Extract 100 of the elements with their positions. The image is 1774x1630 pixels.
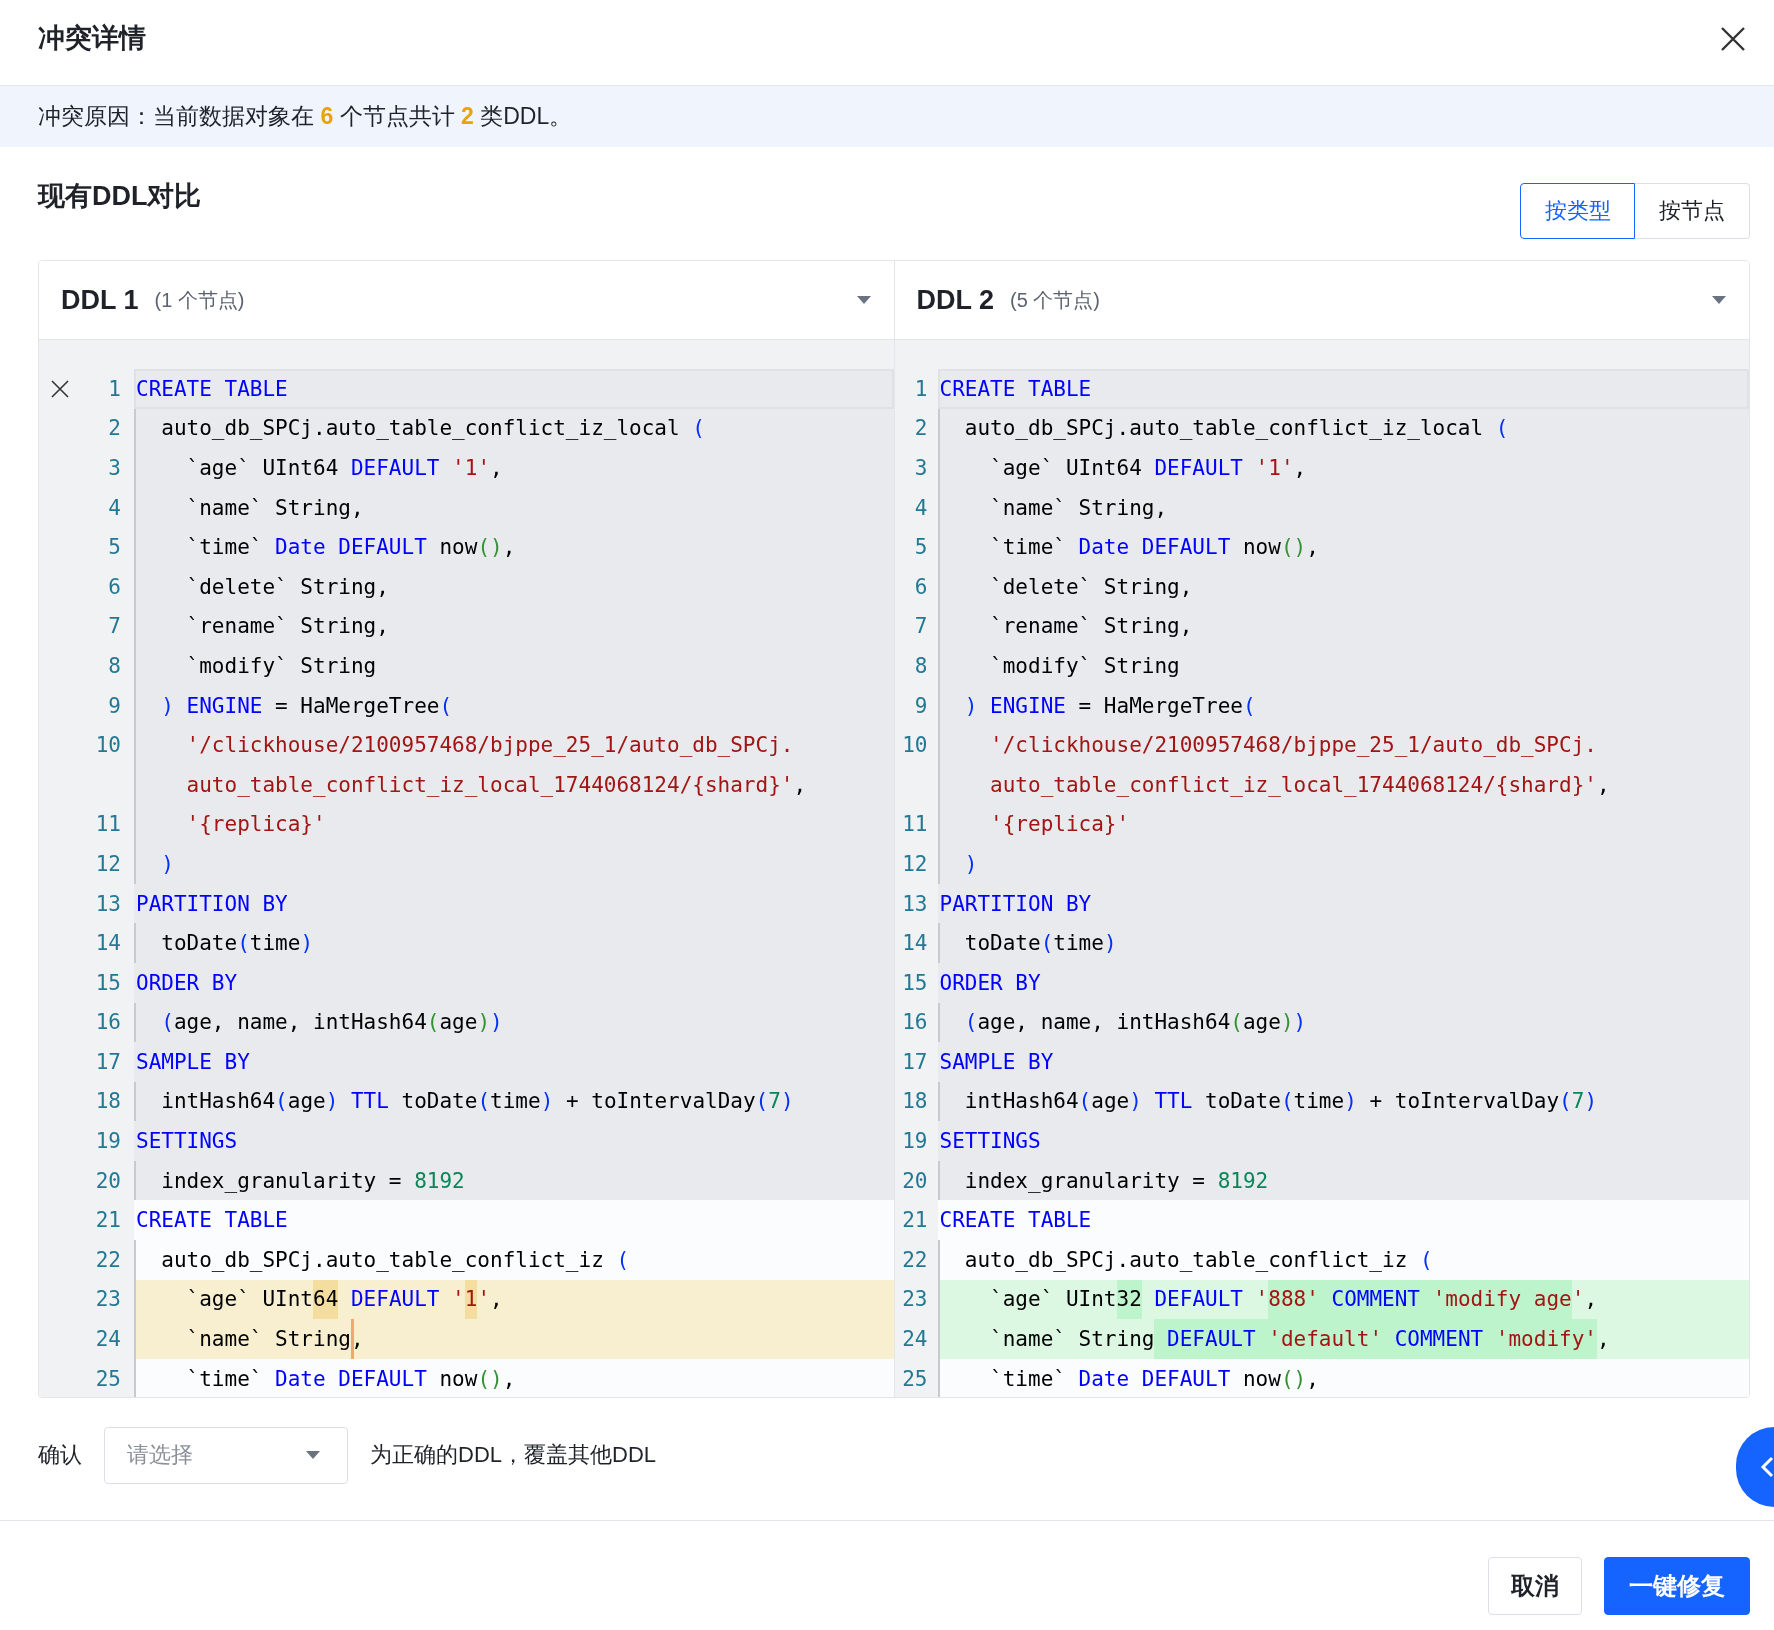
line-number: 20 bbox=[902, 1168, 928, 1193]
code-line: auto_db_SPCj.auto_table_conflict_iz ( bbox=[160, 1246, 631, 1274]
code-line: SAMPLE BY bbox=[938, 1048, 1055, 1076]
code-line: (age, name, intHash64(age)) bbox=[160, 1009, 504, 1037]
code-line: SETTINGS bbox=[938, 1128, 1042, 1156]
line-number: 21 bbox=[95, 1208, 121, 1233]
line-number: 3 bbox=[914, 456, 928, 480]
code-line: auto_table_conflict_iz_local_1744068124/{shard}', bbox=[989, 771, 1611, 799]
code-line: `age` UInt64 DEFAULT '1', bbox=[134, 1279, 894, 1320]
line-number: 21 bbox=[902, 1208, 928, 1233]
code-line: `time` Date DEFAULT now(), bbox=[989, 534, 1320, 562]
line-number: 18 bbox=[95, 1089, 121, 1114]
code-line: ORDER BY bbox=[135, 969, 239, 997]
code-line: intHash64(age) TTL toDate(time) + toIntervalDay(7) bbox=[160, 1088, 795, 1116]
view-toggle-button[interactable]: 按节点 bbox=[1635, 182, 1750, 239]
fix-button[interactable]: 一键修复 bbox=[1604, 1557, 1750, 1615]
code-line: index_granularity = 8192 bbox=[963, 1167, 1270, 1195]
line-number: 8 bbox=[108, 653, 121, 678]
line-number: 25 bbox=[95, 1366, 121, 1391]
line-number: 22 bbox=[902, 1247, 928, 1272]
line-number: 1 bbox=[108, 376, 121, 401]
code-line: auto_db_SPCj.auto_table_conflict_iz_local ( bbox=[963, 415, 1510, 443]
line-number: 12 bbox=[95, 851, 121, 876]
line-number: 14 bbox=[95, 931, 121, 956]
code-line: `name` String DEFAULT 'default' COMMENT 'modify', bbox=[937, 1319, 1749, 1359]
code-line: `name` String, bbox=[185, 494, 365, 522]
code-line: '/clickhouse/2100957468/bjppe_25_1/auto_db_SPCj. bbox=[185, 732, 795, 760]
line-number: 11 bbox=[95, 812, 121, 837]
code-line: '{replica}' bbox=[185, 811, 327, 839]
code-line: `delete` String, bbox=[989, 573, 1194, 601]
code-line: PARTITION BY bbox=[938, 890, 1093, 918]
line-number: 18 bbox=[902, 1089, 928, 1114]
line-number: 24 bbox=[95, 1327, 121, 1352]
line-number: 1 bbox=[914, 376, 928, 401]
code-line: `name` String, bbox=[989, 494, 1169, 522]
line-number: 15 bbox=[95, 970, 121, 995]
line-number: 24 bbox=[902, 1327, 928, 1352]
code-line: index_granularity = 8192 bbox=[160, 1167, 466, 1195]
line-number: 7 bbox=[108, 614, 121, 639]
code-line: `age` UInt32 DEFAULT '888' COMMENT 'modify age', bbox=[937, 1279, 1749, 1320]
cancel-button[interactable]: 取消 bbox=[1488, 1557, 1582, 1615]
code-line: ) ENGINE = HaMergeTree( bbox=[963, 692, 1257, 720]
line-number: 13 bbox=[95, 891, 121, 916]
line-number: 3 bbox=[108, 456, 121, 480]
code-line: toDate(time) bbox=[963, 930, 1118, 958]
line-number: 2 bbox=[108, 416, 121, 441]
code-line: CREATE TABLE bbox=[938, 375, 1093, 403]
line-number: 16 bbox=[95, 1010, 121, 1035]
close-icon bbox=[1720, 25, 1746, 52]
line-number: 5 bbox=[108, 535, 121, 560]
code-line: `rename` String, bbox=[185, 613, 390, 641]
code-line: SAMPLE BY bbox=[135, 1048, 251, 1076]
line-number: 14 bbox=[902, 931, 928, 956]
ddl-dropdown[interactable]: DDL 2 (5 个节点) bbox=[894, 261, 1749, 340]
code-line: '{replica}' bbox=[989, 811, 1131, 839]
line-number: 13 bbox=[902, 891, 928, 916]
code-line: ) bbox=[160, 850, 175, 878]
code-line: auto_table_conflict_iz_local_1744068124/{shard}', bbox=[185, 771, 808, 799]
caret-down-icon bbox=[855, 295, 872, 305]
code-line: `delete` String, bbox=[185, 573, 390, 601]
code-line: `age` UInt64 DEFAULT '1', bbox=[185, 455, 504, 482]
line-number: 10 bbox=[902, 733, 928, 758]
code-line: SETTINGS bbox=[135, 1128, 239, 1156]
code-line: ) ENGINE = HaMergeTree( bbox=[160, 692, 454, 720]
confirm-hint: 为正确的DDL，覆盖其他DDL bbox=[370, 1441, 657, 1469]
line-number: 5 bbox=[914, 535, 928, 560]
code-line: (age, name, intHash64(age)) bbox=[963, 1009, 1308, 1037]
code-line: `rename` String, bbox=[989, 613, 1194, 641]
code-line: CREATE TABLE bbox=[135, 1207, 289, 1235]
code-line: auto_db_SPCj.auto_table_conflict_iz ( bbox=[963, 1246, 1434, 1274]
line-number: 9 bbox=[914, 693, 928, 718]
line-number: 6 bbox=[914, 574, 928, 599]
code-line: CREATE TABLE bbox=[135, 375, 289, 403]
caret-down-icon bbox=[305, 1450, 321, 1460]
code-line: ) bbox=[963, 850, 979, 878]
line-number: 9 bbox=[108, 693, 121, 718]
code-line: '/clickhouse/2100957468/bjppe_25_1/auto_db_SPCj. bbox=[989, 732, 1598, 760]
code-line: `time` Date DEFAULT now(), bbox=[185, 1365, 517, 1393]
ddl-dropdown[interactable]: DDL 1 (1 个节点) bbox=[39, 261, 894, 340]
code-line: toDate(time) bbox=[160, 930, 315, 958]
line-number: 17 bbox=[902, 1049, 928, 1074]
line-number: 4 bbox=[914, 495, 928, 520]
code-line: `age` UInt64 DEFAULT '1', bbox=[989, 455, 1308, 482]
conflict-reason-text: 冲突原因：当前数据对象在 6 个节点共计 2 类DDL。 bbox=[38, 102, 573, 131]
line-number: 6 bbox=[108, 574, 121, 599]
line-number: 12 bbox=[902, 851, 928, 876]
code-line: intHash64(age) TTL toDate(time) + toIntervalDay(7) bbox=[963, 1088, 1599, 1116]
view-toggle-button[interactable]: 按类型 bbox=[1520, 182, 1635, 239]
line-number: 2 bbox=[914, 416, 928, 441]
code-line: `name` String, bbox=[134, 1319, 894, 1359]
dialog-title: 冲突详情 bbox=[38, 21, 146, 55]
code-line: `modify` String bbox=[989, 652, 1181, 680]
line-number: 23 bbox=[95, 1287, 121, 1312]
line-number: 17 bbox=[95, 1049, 121, 1074]
line-number: 22 bbox=[95, 1247, 121, 1272]
line-number: 10 bbox=[95, 733, 121, 758]
line-number: 20 bbox=[95, 1168, 121, 1193]
collapse-icon[interactable] bbox=[51, 379, 69, 398]
line-number: 25 bbox=[902, 1366, 928, 1391]
chevron-left-icon bbox=[1760, 1456, 1774, 1478]
